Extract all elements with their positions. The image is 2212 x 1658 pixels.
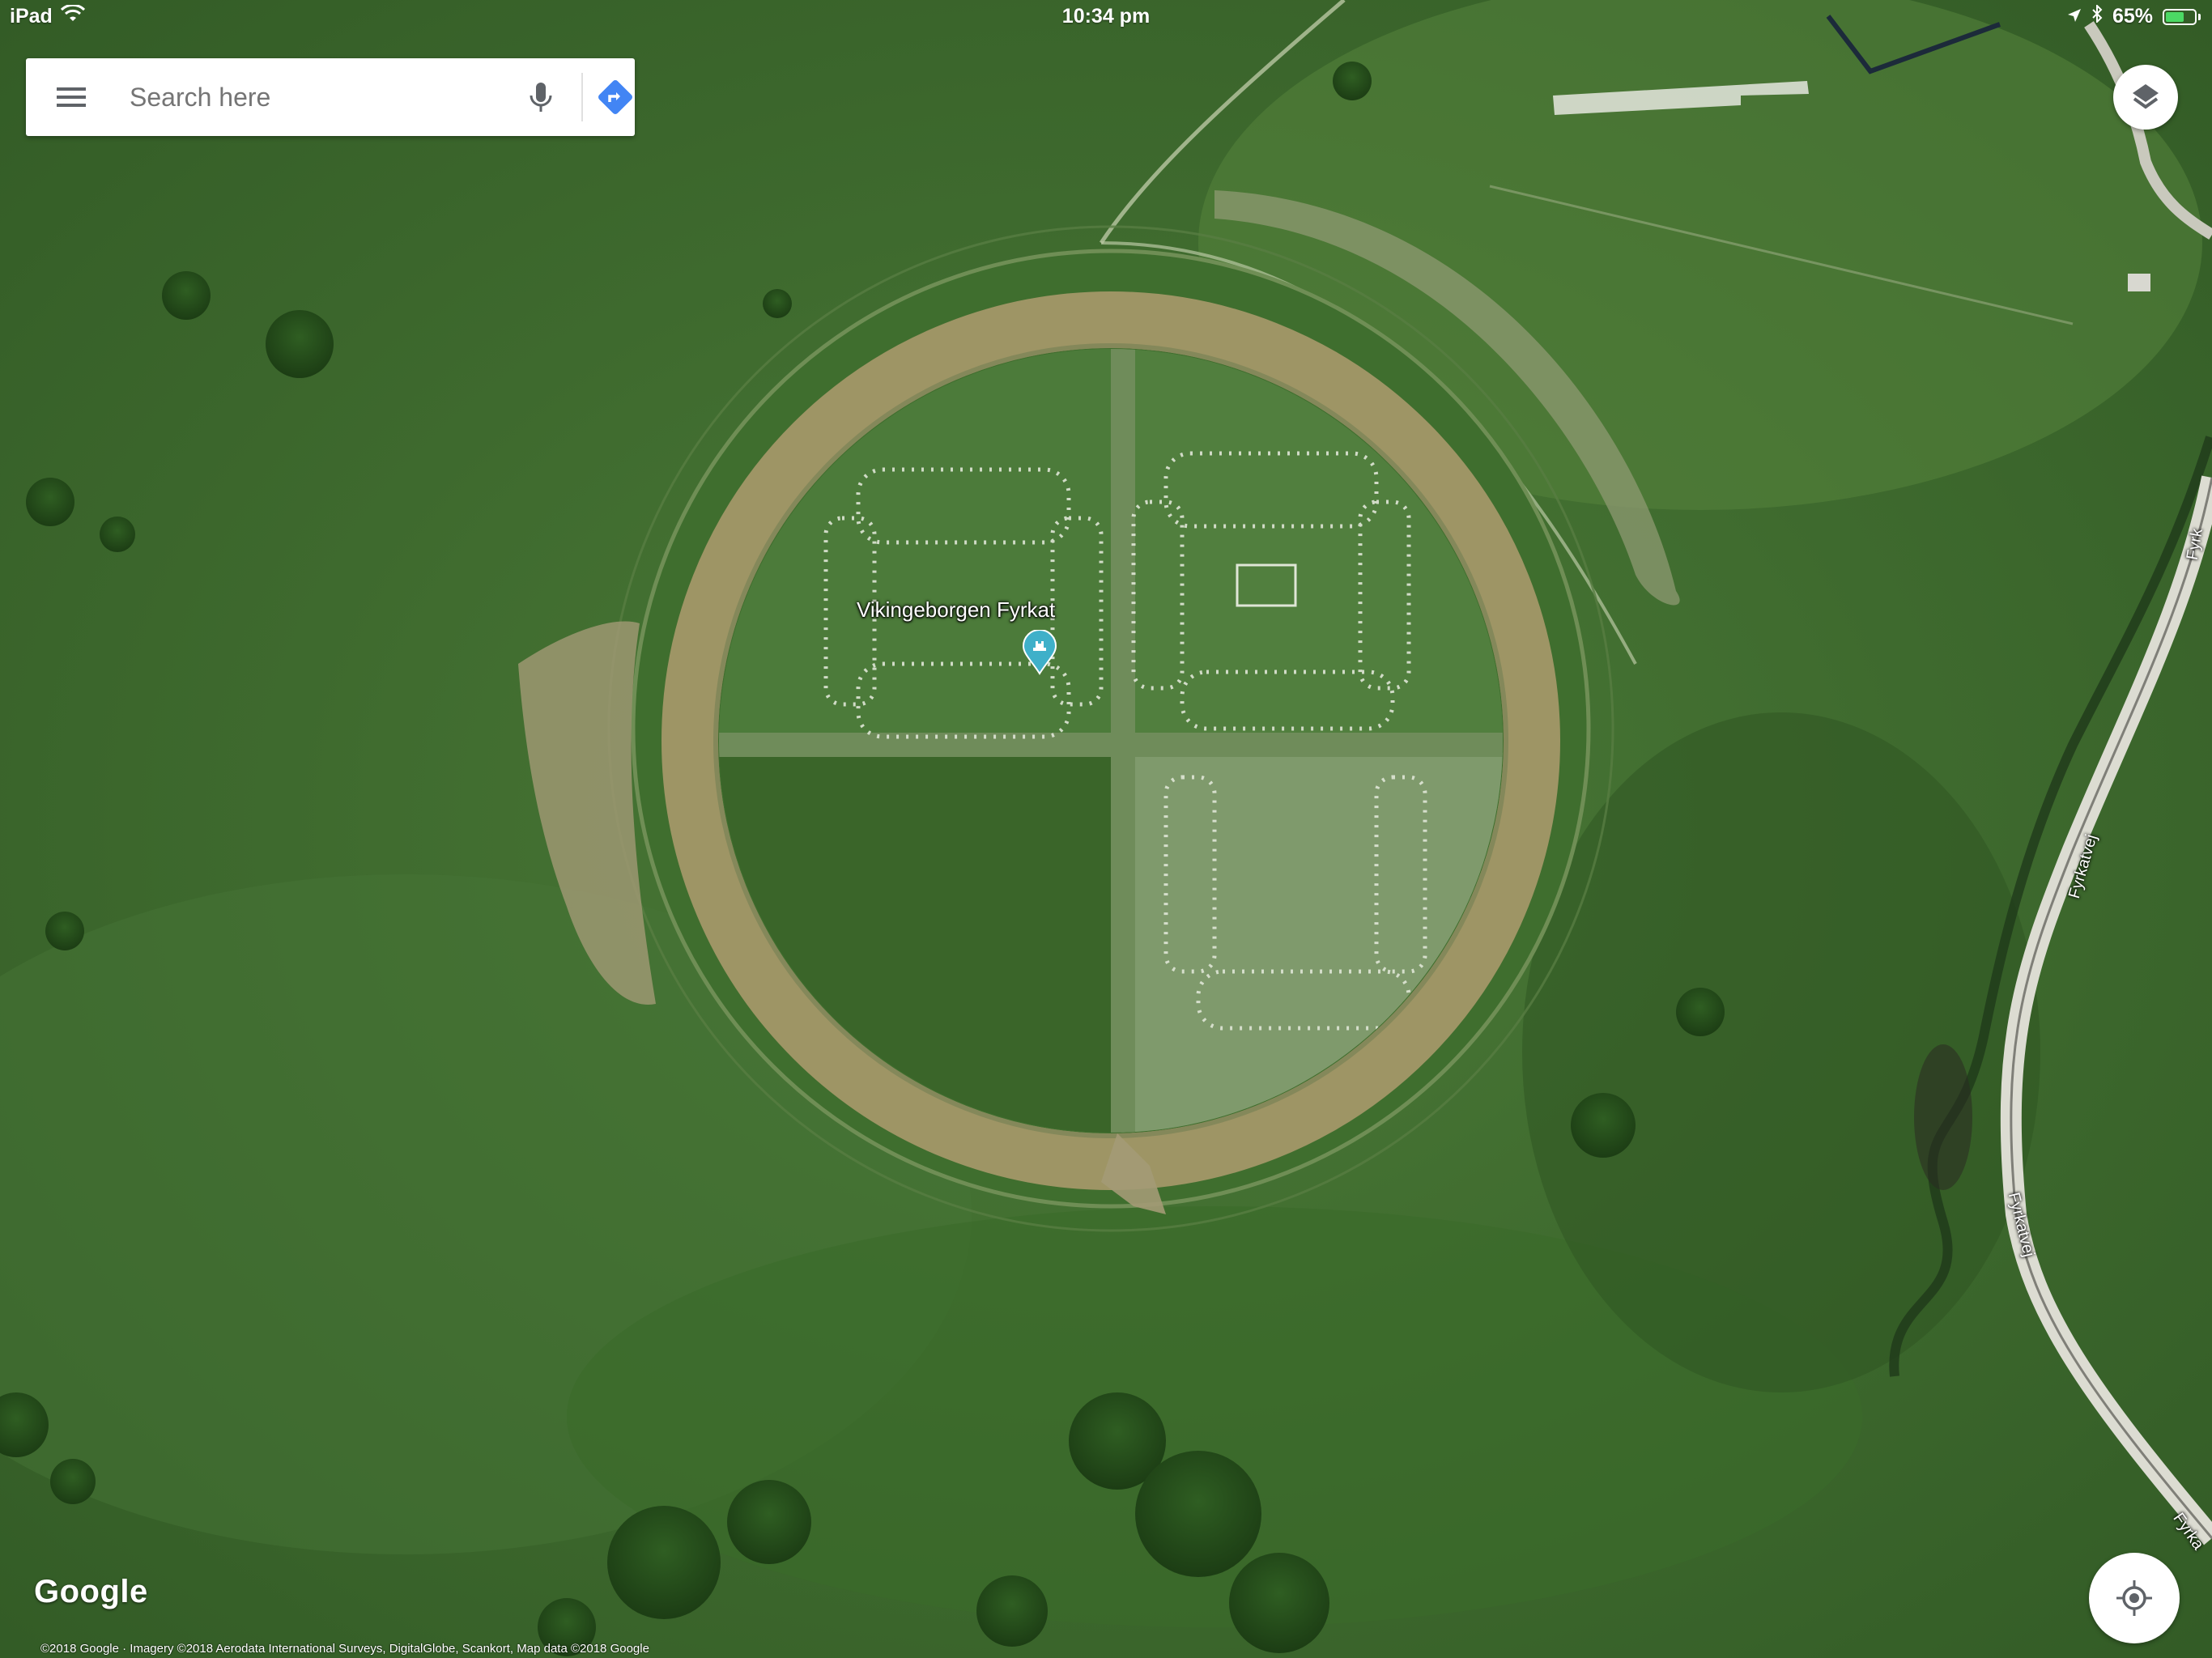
menu-button[interactable] [50, 81, 92, 113]
directions-button[interactable] [594, 76, 636, 118]
directions-icon [598, 80, 632, 114]
status-bar: iPad 10:34 pm 65% [0, 0, 2212, 34]
google-logo: Google [34, 1574, 148, 1609]
field-patch [1522, 712, 2040, 1392]
my-location-icon [2116, 1580, 2152, 1616]
bluetooth-icon [2091, 3, 2103, 28]
search-bar [26, 58, 635, 136]
my-location-button[interactable] [2089, 1553, 2180, 1643]
search-divider [581, 73, 583, 121]
search-input[interactable] [130, 58, 486, 136]
menu-icon [57, 87, 86, 107]
satellite-map[interactable] [0, 0, 2212, 1658]
place-label[interactable]: Vikingeborgen Fyrkat [857, 597, 1055, 623]
map-view[interactable]: iPad 10:34 pm 65% Search here Vikingebor… [0, 0, 2212, 1658]
place-marker[interactable] [1022, 629, 1057, 675]
layers-icon [2133, 84, 2159, 109]
map-attribution: ©2018 Google · Imagery ©2018 Aerodata In… [40, 1642, 649, 1656]
battery-percent: 65% [2112, 5, 2153, 28]
location-services-icon [2067, 5, 2082, 28]
voice-search-button[interactable] [520, 76, 562, 118]
layers-button[interactable] [2113, 65, 2178, 130]
shed [2128, 274, 2150, 291]
battery-icon [2163, 8, 2201, 25]
landmark-pin-icon [1022, 629, 1057, 675]
clock: 10:34 pm [1061, 5, 1151, 28]
microphone-icon [530, 83, 552, 112]
wet-area [1914, 1044, 1972, 1190]
